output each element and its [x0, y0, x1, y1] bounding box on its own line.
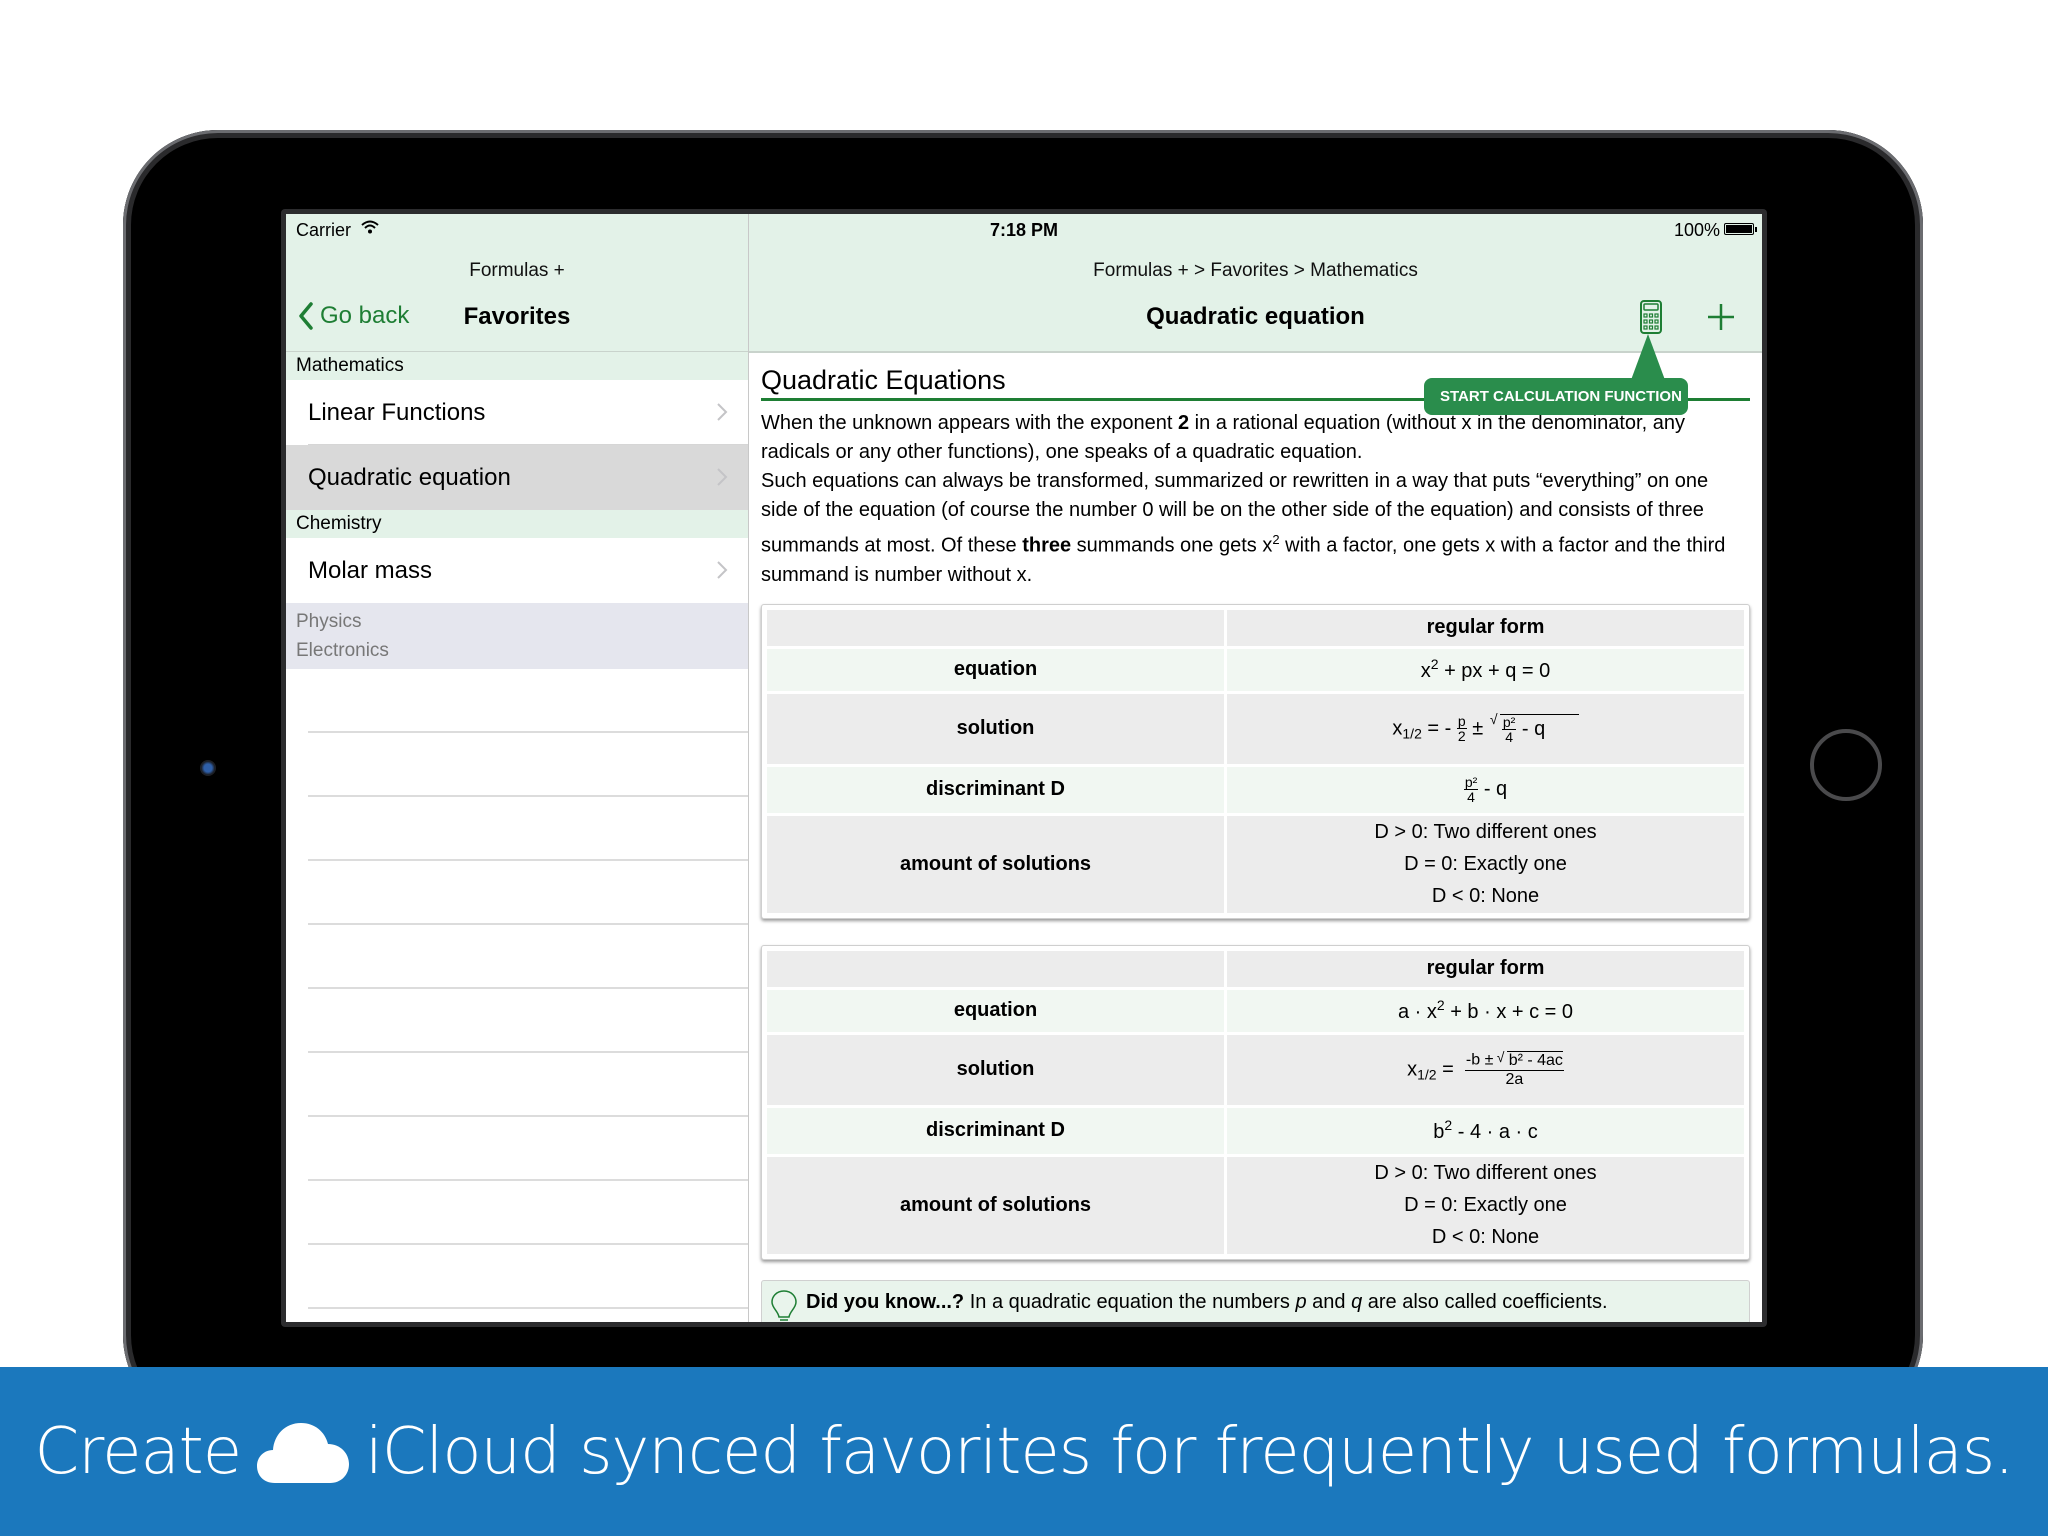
calculation-tooltip[interactable]: START CALCULATION FUNCTION: [1424, 334, 1688, 415]
chevron-right-icon: [717, 403, 728, 421]
list-item-label: Quadratic equation: [308, 464, 511, 491]
table-header: regular form: [1227, 609, 1744, 646]
detail-pane: Formulas + > Favorites > Mathematics Qua…: [749, 214, 1762, 1322]
table-row: amount of solutions D > 0: Two different…: [767, 815, 1744, 913]
empty-row: [286, 989, 748, 1053]
section-header-physics[interactable]: Physics: [296, 607, 738, 636]
chevron-left-icon: [299, 302, 313, 330]
table-header-row: regular form: [767, 609, 1744, 646]
calculator-icon[interactable]: [1640, 300, 1662, 334]
breadcrumb: Formulas + > Favorites > Mathematics: [1093, 260, 1418, 281]
add-icon[interactable]: [1706, 302, 1736, 332]
promo-banner: Create iCloud synced favorites for frequ…: [0, 1367, 2048, 1536]
table-header: regular form: [1227, 950, 1744, 987]
formula-content: Quadratic Equations When the unknown app…: [749, 353, 1762, 1322]
banner-text-icloud: iCloud synced favorites for frequently u…: [365, 1414, 2014, 1489]
go-back-button[interactable]: Go back: [298, 302, 409, 330]
list-item-molar-mass[interactable]: Molar mass: [286, 538, 748, 603]
amount-value: D > 0: Two different ones D = 0: Exactly …: [1227, 1156, 1744, 1254]
go-back-label: Go back: [320, 302, 410, 329]
table-row: amount of solutions D > 0: Two different…: [767, 1156, 1744, 1254]
list-item-label: Molar mass: [308, 557, 433, 584]
list-item-quadratic-equation[interactable]: Quadratic equation: [286, 445, 748, 510]
empty-row: [286, 1053, 748, 1117]
equation-value: x2 + px + q = 0: [1227, 648, 1744, 691]
discriminant-value: p² 4 - q: [1227, 766, 1744, 813]
section-header-mathematics: Mathematics: [286, 352, 748, 380]
table-row: solution x1/2 = -b ± b² - 4ac2a: [767, 1034, 1744, 1105]
did-you-know-box: Did you know...? In a quadratic equation…: [761, 1279, 1750, 1322]
list-item-label: Linear Functions: [308, 399, 486, 426]
home-button[interactable]: [1810, 729, 1882, 801]
equation-value: a · x2 + b · x + c = 0: [1227, 989, 1744, 1032]
sidebar: Formulas + Go back Favorites Mathematics…: [286, 214, 749, 1322]
row-label: equation: [767, 648, 1224, 691]
status-bar: Carrier 7:18 PM 100%: [286, 214, 1762, 244]
empty-row: [286, 1117, 748, 1181]
row-label: solution: [767, 693, 1224, 764]
formula-table-normal-form: regular form equation x2 + px + q = 0 so…: [761, 603, 1750, 919]
table-header-empty: [767, 950, 1224, 987]
table-header-row: regular form: [767, 950, 1744, 987]
chevron-right-icon: [717, 468, 728, 486]
row-label: amount of solutions: [767, 815, 1224, 913]
battery-percentage: 100%: [1673, 220, 1720, 240]
row-label: discriminant D: [767, 1107, 1224, 1154]
solution-value: x1/2 = - p2 ± p²4 - q: [1227, 693, 1744, 764]
empty-row: [286, 861, 748, 925]
description-paragraph: When the unknown appears with the expone…: [761, 412, 1726, 586]
tooltip-label: START CALCULATION FUNCTION: [1424, 378, 1688, 415]
section-header-chemistry: Chemistry: [286, 510, 748, 538]
table-header-empty: [767, 609, 1224, 646]
empty-row: [286, 669, 748, 733]
list-item-linear-functions[interactable]: Linear Functions: [286, 380, 748, 445]
empty-row: [286, 797, 748, 861]
row-label: solution: [767, 1034, 1224, 1105]
ipad-display: Formulas + Go back Favorites Mathematics…: [286, 214, 1762, 1322]
banner-text-create: Create: [34, 1414, 242, 1489]
empty-row: [286, 1181, 748, 1245]
amount-value: D > 0: Two different ones D = 0: Exactly …: [1227, 815, 1744, 913]
front-camera: [200, 760, 216, 776]
discriminant-value: b2 - 4 · a · c: [1227, 1107, 1744, 1154]
app-title: Formulas +: [469, 260, 565, 281]
empty-row: [286, 1245, 748, 1309]
empty-row: [286, 925, 748, 989]
favorites-list: Mathematics Linear Functions Quadratic e…: [286, 352, 748, 1309]
section-header-electronics[interactable]: Electronics: [296, 636, 738, 665]
collapsed-sections: Physics Electronics: [286, 603, 748, 669]
row-label: amount of solutions: [767, 1156, 1224, 1254]
table-row: solution x1/2 = - p2 ± p²4 - q: [767, 693, 1744, 764]
table-row: discriminant D p² 4 - q: [767, 766, 1744, 813]
page-title: Quadratic equation: [1146, 303, 1365, 330]
empty-row: [286, 733, 748, 797]
table-row: discriminant D b2 - 4 · a · c: [767, 1107, 1744, 1154]
solution-value: x1/2 = -b ± b² - 4ac2a: [1227, 1034, 1744, 1105]
clock: 7:18 PM: [989, 220, 1059, 240]
row-label: discriminant D: [767, 766, 1224, 813]
row-label: equation: [767, 989, 1224, 1032]
chevron-right-icon: [717, 561, 728, 579]
formula-table-general-form: regular form equation a · x2 + b · x + c…: [761, 944, 1750, 1260]
table-row: equation a · x2 + b · x + c = 0: [767, 989, 1744, 1032]
tooltip-arrow: [1631, 334, 1665, 380]
table-row: equation x2 + px + q = 0: [767, 648, 1744, 691]
lightbulb-icon: [771, 1289, 797, 1322]
cloud-icon: [257, 1422, 350, 1483]
battery-icon: [1724, 223, 1757, 235]
